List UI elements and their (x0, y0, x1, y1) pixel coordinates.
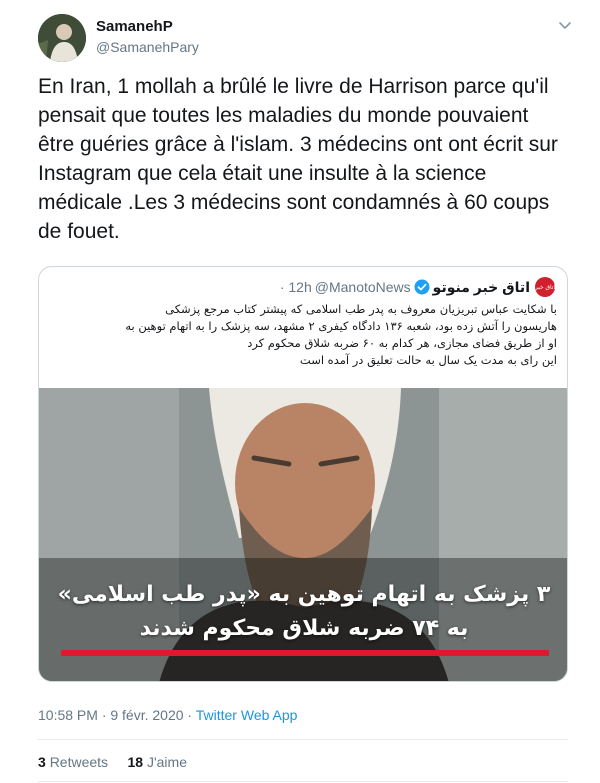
retweets-label: Retweets (49, 754, 109, 770)
meta-separator: · (183, 707, 196, 723)
tweet-metadata: 10:58 PM · 9 févr. 2020 · Twitter Web Ap… (38, 707, 297, 723)
retweets-stat[interactable]: 3 Retweets (38, 754, 108, 770)
tweet-timestamp[interactable]: 10:58 PM · 9 févr. 2020 (38, 707, 184, 723)
quoted-text-line: او از طریق فضای مجازی، هر کدام به ۶۰ ضرب… (247, 336, 557, 350)
divider (38, 739, 568, 740)
likes-label: J'aime (146, 754, 187, 770)
quoted-author-name[interactable]: اتاق خبر منوتو (433, 279, 530, 296)
retweets-count: 3 (38, 754, 46, 770)
avatar-photo (38, 14, 86, 62)
quoted-tweet-text: با شکایت عباس تبریزیان معروف به پدر طب ا… (47, 301, 557, 369)
verified-badge-icon (414, 279, 430, 295)
likes-stat[interactable]: 18 J'aime (128, 754, 188, 770)
tweet-source-link[interactable]: Twitter Web App (196, 707, 298, 723)
quoted-text-line: با شکایت عباس تبریزیان معروف به پدر طب ا… (165, 302, 557, 316)
quoted-avatar-logo[interactable]: اتاق خبر (535, 277, 555, 297)
quoted-author-handle[interactable]: @ManotoNews (315, 279, 411, 295)
chevron-down-icon[interactable] (556, 16, 574, 34)
quoted-tweet-header: اتاق خبر اتاق خبر منوتو @ManotoNews · 12… (280, 277, 555, 297)
image-caption-line-2: به ۷۴ ضربه شلاق محکوم شدند (139, 616, 469, 641)
author-handle[interactable]: @SamanehPary (96, 39, 199, 55)
caption-accent-bar (61, 650, 549, 656)
author-avatar[interactable] (38, 14, 86, 62)
quoted-text-line: این رای به مدت یک سال به حالت تعلیق در آ… (299, 353, 557, 367)
quoted-tweet-card[interactable]: اتاق خبر اتاق خبر منوتو @ManotoNews · 12… (38, 266, 568, 682)
tweet-text: En Iran, 1 mollah a brûlé le livre de Ha… (38, 75, 558, 243)
divider (38, 781, 568, 782)
tweet-stats: 3 Retweets 18 J'aime (38, 754, 187, 770)
image-caption-line-1: ۳ پزشک به اتهام توهین به «پدر طب اسلامی» (57, 582, 551, 607)
quoted-tweet-image[interactable]: ۳ پزشک به اتهام توهین به «پدر طب اسلامی»… (39, 388, 567, 681)
author-name[interactable]: SamanehP (96, 18, 173, 35)
quoted-tweet-time[interactable]: · 12h (280, 279, 312, 295)
quoted-text-line: هاریسون را آتش زده بود، شعبه ۱۳۶ دادگاه … (125, 319, 557, 333)
likes-count: 18 (127, 754, 144, 770)
